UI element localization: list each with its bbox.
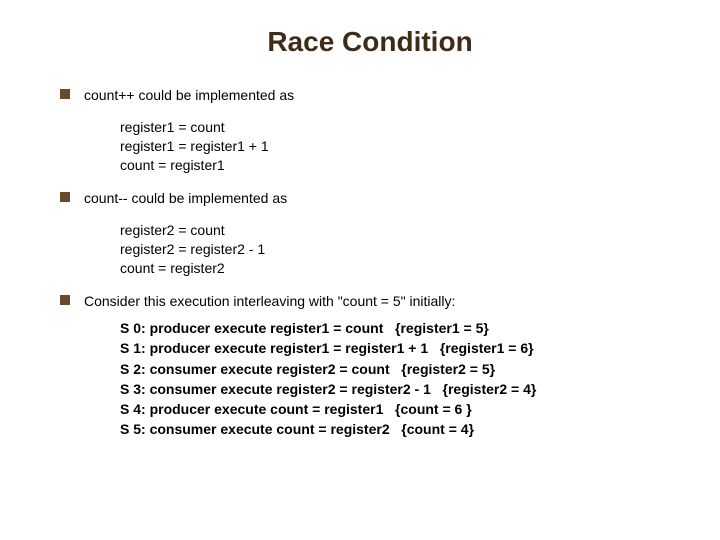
code-line: register2 = register2 - 1 [120,240,680,259]
interleaving-steps: S 0: producer execute register1 = count … [120,318,680,440]
slide-title: Race Condition [60,26,680,58]
code-line: register2 = count [120,221,680,240]
bullet-text-2: count-- could be implemented as [84,189,287,207]
bullet-item-1: count++ could be implemented as [60,86,680,104]
bullet-icon [60,192,70,202]
step-line: S 5: consumer execute count = register2 … [120,419,680,439]
slide: Race Condition count++ could be implemen… [0,0,720,540]
step-line: S 0: producer execute register1 = count … [120,318,680,338]
code-block-1: register1 = count register1 = register1 … [120,118,680,175]
bullet-item-3: Consider this execution interleaving wit… [60,292,680,310]
step-line: S 4: producer execute count = register1 … [120,399,680,419]
code-block-2: register2 = count register2 = register2 … [120,221,680,278]
step-line: S 1: producer execute register1 = regist… [120,338,680,358]
bullet-item-2: count-- could be implemented as [60,189,680,207]
code-line: count = register2 [120,259,680,278]
code-line: register1 = register1 + 1 [120,137,680,156]
bullet-text-3: Consider this execution interleaving wit… [84,292,455,310]
code-line: register1 = count [120,118,680,137]
bullet-icon [60,295,70,305]
code-line: count = register1 [120,156,680,175]
step-line: S 3: consumer execute register2 = regist… [120,379,680,399]
bullet-icon [60,89,70,99]
bullet-text-1: count++ could be implemented as [84,86,294,104]
step-line: S 2: consumer execute register2 = count … [120,359,680,379]
